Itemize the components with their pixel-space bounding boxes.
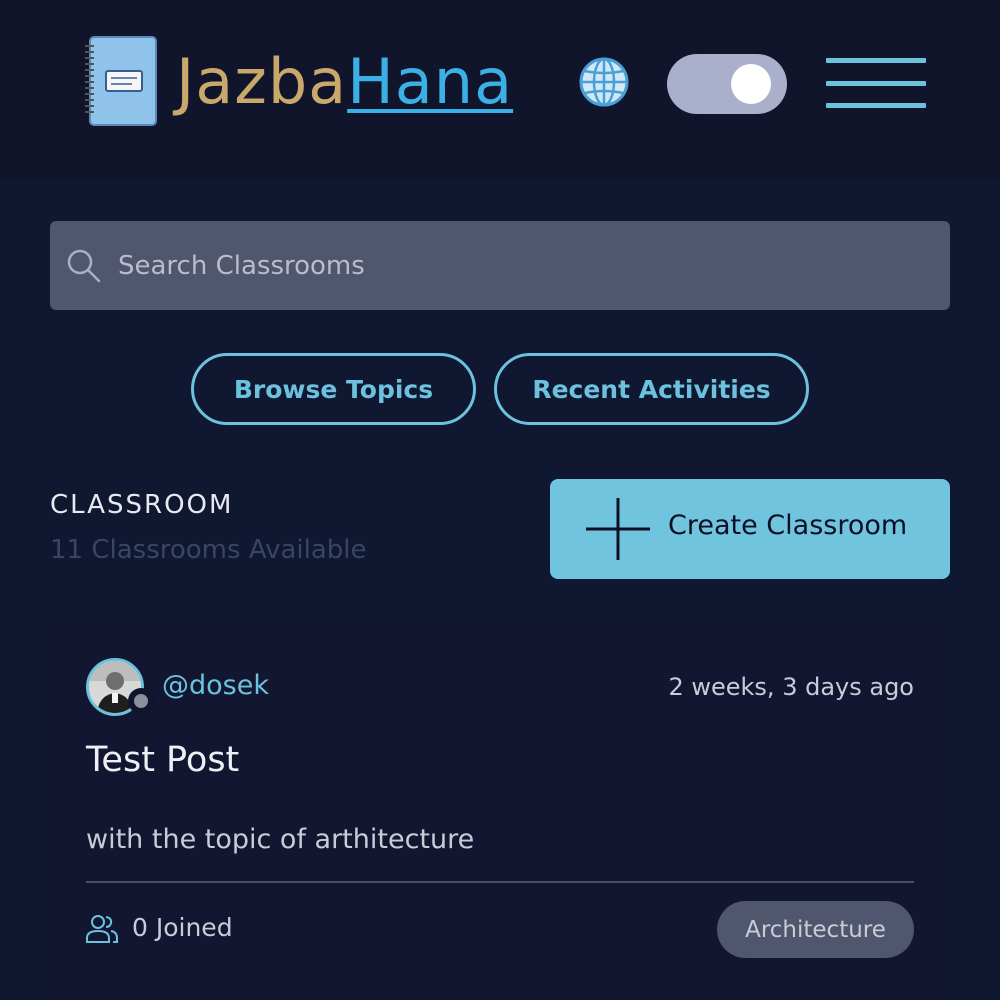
toggle-knob [731, 64, 771, 104]
top-header: JazbaHana [0, 0, 1000, 178]
classroom-count: 11 Classrooms Available [50, 535, 367, 565]
recent-activities-button[interactable]: Recent Activities [494, 353, 809, 425]
users-icon [86, 915, 118, 943]
notebook-logo-icon[interactable] [84, 36, 158, 126]
card-divider [86, 881, 914, 883]
post-author-username[interactable]: @dosek [162, 670, 269, 701]
offline-status-indicator [128, 688, 154, 714]
joined-count: 0 Joined [132, 913, 233, 942]
search-icon [67, 249, 101, 283]
topic-tag[interactable]: Architecture [717, 901, 914, 958]
browse-topics-button[interactable]: Browse Topics [191, 353, 476, 425]
search-input[interactable] [118, 240, 918, 292]
post-title[interactable]: Test Post [86, 740, 239, 780]
post-timestamp: 2 weeks, 3 days ago [668, 673, 914, 701]
logo-text-hana[interactable]: Hana [347, 45, 513, 118]
hamburger-menu-icon[interactable] [826, 58, 926, 110]
create-classroom-label[interactable]: Create Classroom [668, 510, 907, 541]
plus-icon [586, 498, 650, 560]
globe-icon[interactable] [578, 56, 630, 108]
logo-text-jazba[interactable]: Jazba [176, 45, 347, 118]
site-logo-text[interactable]: JazbaHana [176, 42, 513, 122]
post-description: with the topic of arthitecture [86, 824, 475, 855]
theme-toggle[interactable] [667, 54, 787, 114]
section-title: CLASSROOM [50, 490, 234, 520]
